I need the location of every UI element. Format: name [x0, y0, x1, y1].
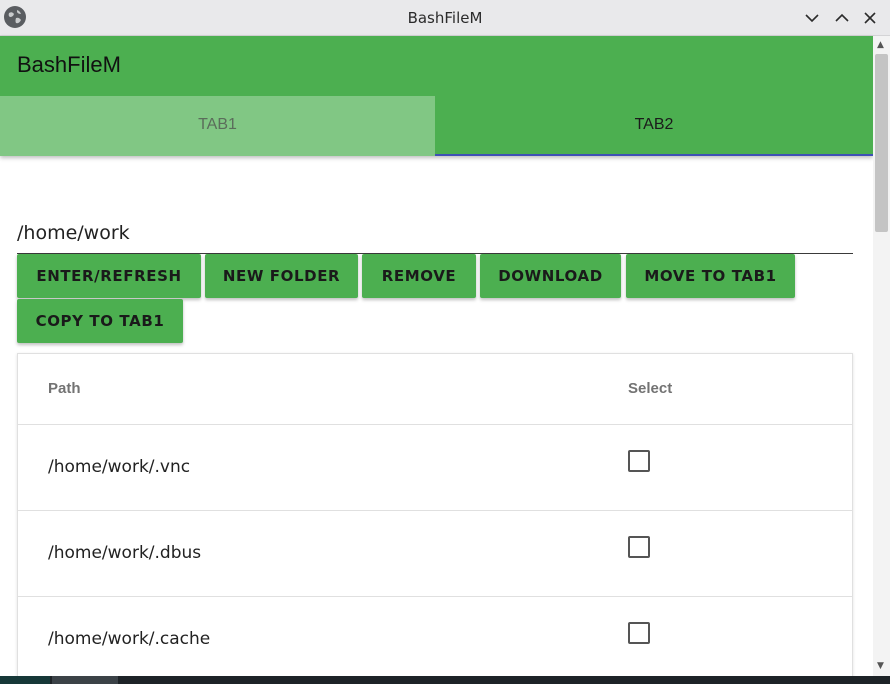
row-path: /home/work/.dbus — [48, 543, 202, 563]
column-header-path: Path — [48, 380, 81, 397]
row-path: /home/work/.cache — [48, 629, 211, 649]
minimize-chevron-down-icon[interactable] — [801, 7, 823, 29]
path-input[interactable] — [17, 212, 853, 254]
copy-to-tab1-button[interactable]: COPY TO TAB1 — [17, 299, 183, 343]
scrollbar-thumb[interactable] — [875, 54, 888, 232]
move-to-tab1-button[interactable]: MOVE TO TAB1 — [626, 254, 795, 298]
tab-bar: TAB1 TAB2 — [0, 96, 873, 156]
taskbar-launcher[interactable] — [0, 676, 50, 684]
select-checkbox[interactable] — [628, 622, 650, 644]
row-path: /home/work/.vnc — [48, 457, 191, 477]
file-table: Path Select /home/work/.vnc /home/work/.… — [17, 353, 853, 684]
scroll-down-arrow-icon[interactable]: ▼ — [877, 661, 887, 671]
select-checkbox[interactable] — [628, 450, 650, 472]
new-folder-button[interactable]: NEW FOLDER — [205, 254, 358, 298]
enter-refresh-button[interactable]: ENTER/REFRESH — [17, 254, 201, 298]
close-icon[interactable] — [859, 7, 881, 29]
table-header: Path Select — [18, 354, 852, 425]
table-row: /home/work/.vnc — [18, 425, 852, 511]
scroll-up-arrow-icon[interactable]: ▲ — [877, 40, 887, 50]
app-title: BashFileM — [17, 52, 121, 77]
app-bar: BashFileM TAB1 TAB2 — [0, 36, 873, 156]
select-checkbox[interactable] — [628, 536, 650, 558]
taskbar-task-item[interactable] — [52, 676, 118, 684]
column-header-select: Select — [628, 380, 673, 397]
tab-tab2[interactable]: TAB2 — [435, 96, 873, 156]
window-titlebar: BashFileM — [0, 0, 890, 36]
taskbar — [0, 676, 890, 684]
table-row: /home/work/.dbus — [18, 511, 852, 597]
vertical-scrollbar[interactable]: ▲ ▼ — [873, 36, 890, 676]
maximize-chevron-up-icon[interactable] — [831, 7, 853, 29]
tab-tab1[interactable]: TAB1 — [0, 96, 435, 156]
download-button[interactable]: DOWNLOAD — [480, 254, 621, 298]
table-row: /home/work/.cache — [18, 597, 852, 683]
remove-button[interactable]: REMOVE — [362, 254, 476, 298]
window-title: BashFileM — [407, 9, 483, 27]
